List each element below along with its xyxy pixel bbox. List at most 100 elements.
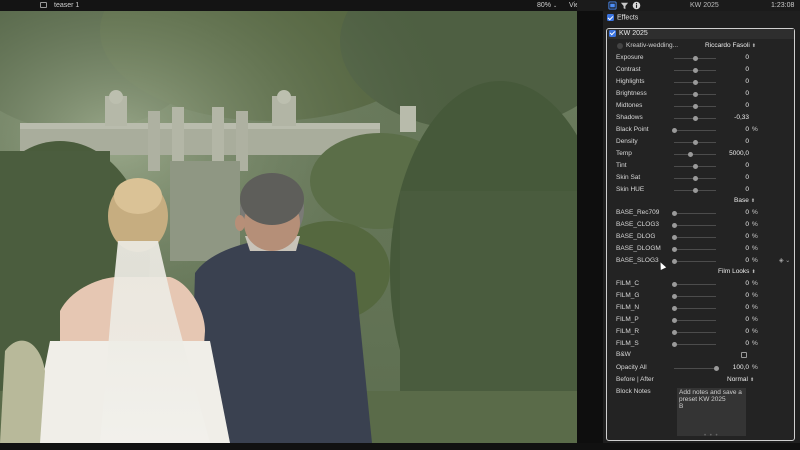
slider-knob-tint[interactable]	[692, 163, 698, 169]
slider-knob-base-rec709[interactable]	[671, 210, 677, 216]
param-unit-film-n: %	[752, 304, 758, 311]
blend-label: Before | After	[616, 376, 654, 383]
slider-knob-temp[interactable]	[688, 151, 694, 157]
top-bar: teaser 1 80% ⌄ View ⌄ KW 2025 1:23:08	[0, 0, 800, 20]
param-label-temp: Temp	[616, 150, 632, 157]
param-row-film-c: FILM_C 0%	[616, 278, 792, 290]
slider-track-film-s[interactable]	[674, 343, 716, 345]
slider-track-black-point[interactable]	[674, 129, 716, 131]
param-label-base-clog3: BASE_CLOG3	[616, 221, 659, 228]
zoom-menu[interactable]: 80% ⌄	[537, 0, 557, 11]
slider-track-film-n[interactable]	[674, 307, 716, 309]
slider-knob-film-g[interactable]	[671, 293, 677, 299]
param-label-midtones: Midtones	[616, 102, 643, 109]
param-label-tint: Tint	[616, 162, 627, 169]
keyframe-controls[interactable]: ◈ ⌄	[779, 257, 790, 264]
slider-track-base-clog3[interactable]	[674, 224, 716, 226]
resize-handle-icon[interactable]: • • •	[704, 433, 719, 439]
param-value-brightness[interactable]: 0	[745, 88, 749, 100]
slider-knob-brightness[interactable]	[692, 91, 698, 97]
param-value-base-dlogm[interactable]: 0	[745, 243, 749, 255]
effect-enable-checkbox[interactable]	[609, 29, 616, 37]
slider-knob-film-n[interactable]	[671, 305, 677, 311]
slider-knob-black-point[interactable]	[671, 127, 677, 133]
video-viewer[interactable]	[0, 11, 577, 443]
param-row-film-n: FILM_N 0%	[616, 302, 792, 314]
param-unit-film-p: %	[752, 316, 758, 323]
opacity-slider-knob[interactable]	[713, 365, 719, 371]
slider-knob-density[interactable]	[692, 139, 698, 145]
param-value-highlights[interactable]: 0	[745, 76, 749, 88]
slider-knob-midtones[interactable]	[692, 103, 698, 109]
slider-track-film-c[interactable]	[674, 283, 716, 285]
slider-knob-contrast[interactable]	[692, 67, 698, 73]
info-icon[interactable]	[632, 1, 641, 10]
param-value-base-clog3[interactable]: 0	[745, 219, 749, 231]
param-value-density[interactable]: 0	[745, 136, 749, 148]
slider-knob-base-dlog[interactable]	[671, 234, 677, 240]
param-unit-black-point: %	[752, 126, 758, 133]
chevron-down-icon[interactable]: ⌄	[785, 258, 790, 264]
blend-row: Before | After	[616, 374, 792, 386]
blend-mode-menu[interactable]: Normal ⬍	[727, 374, 754, 386]
bw-checkbox[interactable]	[741, 352, 747, 358]
slider-track-base-rec709[interactable]	[674, 212, 716, 214]
param-value-skin-sat[interactable]: 0	[745, 172, 749, 184]
param-row-black-point: Black Point 0%	[616, 124, 792, 136]
param-value-tint[interactable]: 0	[745, 160, 749, 172]
param-value-film-c[interactable]: 0	[745, 278, 749, 290]
slider-knob-skin-sat[interactable]	[692, 175, 698, 181]
param-row-base-dlog: BASE_DLOG 0%	[616, 231, 792, 243]
param-value-black-point[interactable]: 0	[745, 124, 749, 136]
slider-track-base-dlog[interactable]	[674, 236, 716, 238]
opacity-unit: %	[752, 364, 758, 371]
param-value-temp[interactable]: 5000,0	[729, 148, 749, 160]
slider-knob-skin-hue[interactable]	[692, 187, 698, 193]
slider-knob-exposure[interactable]	[692, 55, 698, 61]
slider-track-base-dlogm[interactable]	[674, 248, 716, 250]
slider-track-film-r[interactable]	[674, 331, 716, 333]
opacity-slider-track[interactable]	[674, 367, 716, 369]
slider-knob-film-c[interactable]	[671, 281, 677, 287]
slider-knob-film-r[interactable]	[671, 329, 677, 335]
keyframe-icon[interactable]: ◈	[779, 258, 784, 264]
param-row-film-g: FILM_G 0%	[616, 290, 792, 302]
slider-knob-film-p[interactable]	[671, 317, 677, 323]
slider-knob-film-s[interactable]	[671, 341, 677, 347]
param-row-base-slog3: BASE_SLOG3 0%	[616, 255, 792, 267]
slider-track-temp[interactable]	[674, 153, 716, 155]
slider-track-base-slog3[interactable]	[674, 260, 716, 262]
param-value-base-rec709[interactable]: 0	[745, 207, 749, 219]
slider-track-film-p[interactable]	[674, 319, 716, 321]
slider-knob-base-slog3[interactable]	[671, 258, 677, 264]
param-value-base-dlog[interactable]: 0	[745, 231, 749, 243]
slider-knob-highlights[interactable]	[692, 79, 698, 85]
param-value-midtones[interactable]: 0	[745, 100, 749, 112]
effects-checkbox[interactable]	[607, 14, 614, 21]
slider-knob-shadows[interactable]	[692, 115, 698, 121]
param-row-skin-hue: Skin HUE 0	[616, 184, 792, 196]
param-label-base-dlogm: BASE_DLOGM	[616, 245, 661, 252]
base-section-menu[interactable]: Base ⬍	[734, 195, 755, 207]
preset-menu[interactable]: Kreativ-wedding...	[626, 40, 678, 52]
param-label-contrast: Contrast	[616, 66, 641, 73]
slider-track-film-g[interactable]	[674, 295, 716, 297]
param-value-exposure[interactable]: 0	[745, 52, 749, 64]
param-value-film-g[interactable]: 0	[745, 290, 749, 302]
author-menu[interactable]: Riccardo Fasoli ⬍	[705, 40, 756, 52]
param-value-shadows[interactable]: -0,33	[734, 112, 749, 124]
param-value-film-n[interactable]: 0	[745, 302, 749, 314]
film-looks-section-menu[interactable]: Film Looks ⬍	[718, 266, 756, 278]
effect-block-header[interactable]: KW 2025	[608, 29, 794, 39]
param-value-contrast[interactable]: 0	[745, 64, 749, 76]
effects-header[interactable]: Effects	[607, 14, 638, 26]
block-notes-field[interactable]: Add notes and save a preset KW 2025 B	[677, 388, 746, 436]
slider-knob-base-clog3[interactable]	[671, 222, 677, 228]
opacity-value[interactable]: 100,0	[733, 362, 749, 374]
param-value-film-p[interactable]: 0	[745, 314, 749, 326]
slider-knob-base-dlogm[interactable]	[671, 246, 677, 252]
filter-icon[interactable]	[620, 1, 629, 10]
param-value-film-r[interactable]: 0	[745, 326, 749, 338]
video-inspector-icon[interactable]	[608, 1, 617, 10]
param-row-temp: Temp 5000,0	[616, 148, 792, 160]
